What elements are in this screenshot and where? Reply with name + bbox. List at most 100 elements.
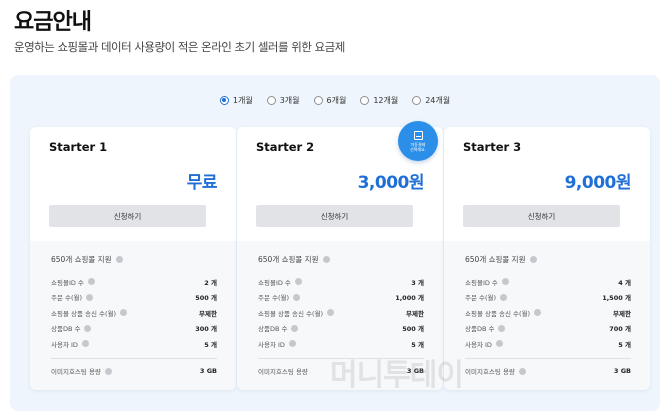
hosting-row: 이미지호스팅 용량 3 GB xyxy=(51,364,217,380)
feature-value: 무제한 xyxy=(199,309,217,318)
info-icon[interactable] xyxy=(116,256,124,263)
feature-label: 이미지호스팅 용량 xyxy=(258,368,308,377)
radio-icon[interactable] xyxy=(313,95,323,105)
period-option-12-months[interactable]: 12개월 xyxy=(360,92,398,108)
feature-label: 사용자 ID xyxy=(465,340,492,349)
feature-value: 1,500 개 xyxy=(602,294,631,303)
mall-support: 650개 쇼핑몰 지원 xyxy=(465,254,631,265)
info-icon[interactable] xyxy=(323,256,331,263)
info-icon[interactable] xyxy=(87,278,95,286)
auto-payment-badge[interactable]: 자동결제 선택해요. xyxy=(398,121,438,161)
plan-price: 무료 xyxy=(186,173,218,193)
info-icon[interactable] xyxy=(81,340,89,348)
feature-row: 주문 수(월) 1,500 개 xyxy=(465,290,631,306)
feature-row: 주문 수(월) 500 개 xyxy=(51,290,217,306)
info-icon[interactable] xyxy=(120,309,128,317)
info-icon[interactable] xyxy=(530,256,538,263)
feature-row: 상품DB 수 300 개 xyxy=(51,321,217,337)
support-label: 650개 쇼핑몰 지원 xyxy=(51,255,112,264)
feature-value: 500 개 xyxy=(402,325,424,334)
divider xyxy=(465,357,631,359)
apply-button[interactable]: 신청하기 xyxy=(463,205,620,227)
feature-label: 주문 수(월) xyxy=(258,294,290,303)
support-label: 650개 쇼핑몰 지원 xyxy=(258,255,319,264)
info-icon[interactable] xyxy=(534,309,542,317)
feature-label: 쇼핑몰ID 수 xyxy=(258,278,291,287)
mall-support: 650개 쇼핑몰 지원 xyxy=(51,254,217,265)
feature-value: 5 개 xyxy=(618,340,631,349)
info-icon[interactable] xyxy=(291,324,299,332)
period-label: 6개월 xyxy=(326,95,347,105)
period-option-6-months[interactable]: 6개월 xyxy=(313,92,347,108)
period-label: 12개월 xyxy=(373,95,399,105)
info-icon[interactable] xyxy=(86,293,94,301)
info-icon[interactable] xyxy=(327,309,335,317)
feature-value: 700 개 xyxy=(609,325,631,334)
plan-name: Starter 1 xyxy=(49,140,108,154)
info-icon[interactable] xyxy=(288,340,296,348)
period-option-24-months[interactable]: 24개월 xyxy=(412,92,450,108)
info-icon[interactable] xyxy=(84,324,92,332)
feature-label: 상품DB 수 xyxy=(258,325,288,334)
apply-button[interactable]: 신청하기 xyxy=(256,205,413,227)
feature-value: 4 개 xyxy=(618,278,631,287)
feature-value: 500 개 xyxy=(195,294,217,303)
feature-value: 무제한 xyxy=(613,309,631,318)
feature-row: 쇼핑몰ID 수 3 개 xyxy=(258,274,424,290)
plan-features: 650개 쇼핑몰 지원 쇼핑몰ID 수 4 개 주문 수(월) 1,500 개 쇼핑… xyxy=(444,241,650,390)
mall-support: 650개 쇼핑몰 지원 xyxy=(258,254,424,265)
info-icon[interactable] xyxy=(518,367,526,375)
feature-value: 5 개 xyxy=(204,340,217,349)
info-icon[interactable] xyxy=(294,278,302,286)
radio-icon[interactable] xyxy=(219,95,229,105)
feature-label: 사용자 ID xyxy=(51,340,78,349)
feature-row: 사용자 ID 5 개 xyxy=(51,336,217,352)
divider xyxy=(51,357,217,359)
feature-row: 쇼핑몰 상품 송신 수(월) 무제한 xyxy=(465,305,631,321)
info-icon[interactable] xyxy=(293,293,301,301)
badge-text-line2: 선택해요. xyxy=(410,146,426,152)
feature-label: 쇼핑몰 상품 송신 수(월) xyxy=(258,309,324,318)
document-icon xyxy=(413,130,423,140)
support-label: 650개 쇼핑몰 지원 xyxy=(465,255,526,264)
feature-value: 3 개 xyxy=(411,278,424,287)
feature-row: 쇼핑몰 상품 송신 수(월) 무제한 xyxy=(51,305,217,321)
period-option-1-month[interactable]: 1개월 xyxy=(219,92,253,108)
feature-label: 주문 수(월) xyxy=(51,294,83,303)
feature-row: 상품DB 수 700 개 xyxy=(465,321,631,337)
page-title: 요금안내 xyxy=(14,10,92,35)
info-icon[interactable] xyxy=(104,367,112,375)
feature-label: 사용자 ID xyxy=(258,340,285,349)
feature-row: 주문 수(월) 1,000 개 xyxy=(258,290,424,306)
feature-row: 쇼핑몰ID 수 4 개 xyxy=(465,274,631,290)
feature-value: 3 GB xyxy=(199,367,217,376)
radio-icon[interactable] xyxy=(360,95,370,105)
info-icon[interactable] xyxy=(498,324,506,332)
feature-row: 쇼핑몰ID 수 2 개 xyxy=(51,274,217,290)
feature-value: 300 개 xyxy=(195,325,217,334)
info-icon[interactable] xyxy=(501,278,509,286)
feature-label: 주문 수(월) xyxy=(465,294,497,303)
period-label: 24개월 xyxy=(425,95,451,105)
radio-icon[interactable] xyxy=(266,95,276,105)
feature-label: 쇼핑몰 상품 송신 수(월) xyxy=(51,309,117,318)
feature-row: 사용자 ID 5 개 xyxy=(465,336,631,352)
radio-icon[interactable] xyxy=(412,95,422,105)
feature-label: 상품DB 수 xyxy=(51,325,81,334)
hosting-row: 이미지호스팅 용량 3 GB xyxy=(465,364,631,380)
info-icon[interactable] xyxy=(495,340,503,348)
info-icon[interactable] xyxy=(500,293,508,301)
feature-value: 2 개 xyxy=(204,278,217,287)
feature-label: 이미지호스팅 용량 xyxy=(51,368,101,377)
apply-button[interactable]: 신청하기 xyxy=(49,205,206,227)
period-label: 3개월 xyxy=(279,95,300,105)
plan-card-starter-3: Starter 3 9,000원 신청하기 650개 쇼핑몰 지원 쇼핑몰ID … xyxy=(444,127,650,390)
feature-value: 1,000 개 xyxy=(395,294,424,303)
watermark: 머니투데이 xyxy=(330,358,464,393)
feature-row: 쇼핑몰 상품 송신 수(월) 무제한 xyxy=(258,305,424,321)
page-subtitle: 운영하는 쇼핑몰과 데이터 사용량이 적은 온라인 초기 셀러를 위한 요금제 xyxy=(14,40,345,54)
plan-price: 9,000원 xyxy=(564,173,632,193)
plan-name: Starter 3 xyxy=(463,140,522,154)
period-option-3-months[interactable]: 3개월 xyxy=(266,92,300,108)
feature-value: 5 개 xyxy=(411,340,424,349)
